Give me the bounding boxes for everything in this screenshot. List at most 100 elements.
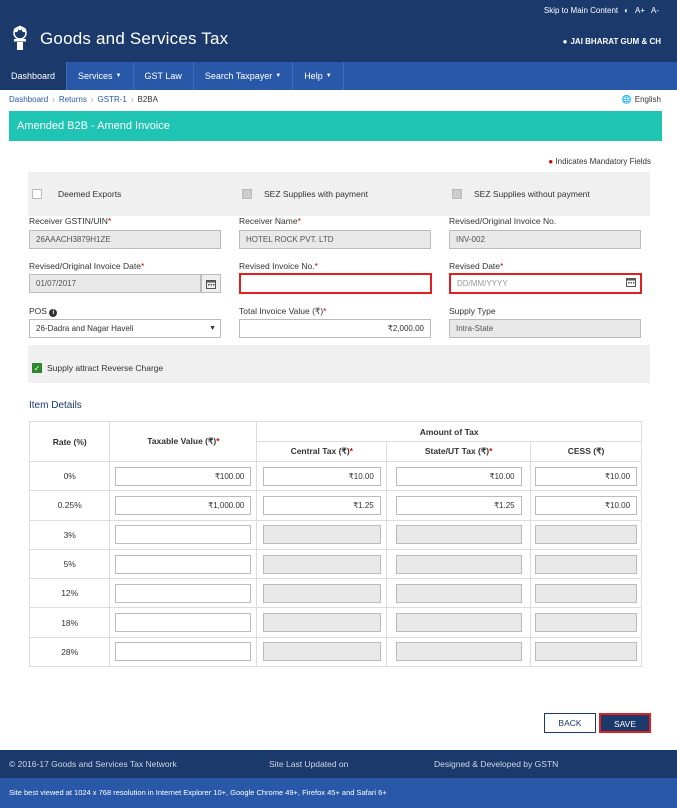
rate-cell: 0% [28, 460, 111, 492]
designed-by-text: Designed & Developed by GSTN [434, 759, 559, 769]
central-input [262, 613, 381, 633]
table-row: 12% [28, 578, 642, 609]
deemed-exports-checkbox[interactable] [32, 189, 42, 199]
language-selector[interactable]: 🌐 English [622, 95, 661, 104]
nav-help[interactable]: Help ▼ [293, 62, 344, 90]
taxable-cell: ₹1,000.00 [109, 490, 258, 521]
central-input[interactable]: ₹10.00 [262, 466, 381, 486]
breadcrumb-gstr1[interactable]: GSTR-1 [98, 95, 127, 104]
sez-without-payment-option: SEZ Supplies without payment [452, 189, 590, 199]
revised-date-input[interactable]: DD/MM/YYYY [449, 273, 642, 294]
total-value-label: Total Invoice Value (₹)* [239, 306, 327, 316]
taxable-input[interactable] [115, 613, 252, 633]
browser-note: Site best viewed at 1024 x 768 resolutio… [0, 778, 677, 808]
supply-type-label: Supply Type [449, 306, 496, 316]
cess-header: CESS (₹) [530, 441, 642, 462]
breadcrumb-returns[interactable]: Returns [59, 95, 87, 104]
taxable-cell: ₹100.00 [109, 460, 258, 492]
calendar-icon[interactable] [626, 276, 636, 293]
copyright-text: © 2016-17 Goods and Services Tax Network [9, 759, 177, 769]
table-row: 0.25% ₹1,000.00 ₹1.25 ₹1.25 ₹10.00 [28, 490, 642, 521]
reverse-charge-checkbox[interactable]: ✓ [32, 363, 42, 373]
cess-input [535, 583, 638, 603]
footer: © 2016-17 Goods and Services Tax Network… [0, 750, 677, 778]
table-row: 28% [28, 636, 642, 668]
state-input [395, 525, 522, 545]
central-cell: ₹1.25 [256, 490, 388, 521]
gstin-field: 26AAACH3879H1ZE [29, 230, 221, 249]
gstin-label: Receiver GSTIN/UIN* [29, 216, 112, 226]
site-title: Goods and Services Tax [40, 29, 229, 48]
breadcrumb-dashboard[interactable]: Dashboard [9, 95, 48, 104]
taxable-input[interactable] [115, 525, 252, 545]
calendar-icon[interactable] [201, 274, 221, 293]
cess-input[interactable]: ₹10.00 [535, 466, 638, 486]
cess-cell [530, 636, 642, 668]
user-name: JAI BHARAT GUM & CH [570, 37, 661, 46]
user-menu[interactable]: ● JAI BHARAT GUM & CH [563, 37, 661, 46]
nav-dashboard[interactable]: Dashboard [0, 62, 68, 90]
cess-cell [530, 519, 642, 550]
table-row: 3% [28, 519, 642, 550]
taxable-input[interactable] [115, 554, 252, 574]
item-details-title: Item Details [29, 400, 82, 411]
mandatory-note: ● Indicates Mandatory Fields [548, 157, 651, 166]
nav-services[interactable]: Services ▼ [67, 62, 134, 90]
central-cell [256, 548, 388, 580]
total-value-input[interactable]: ₹2,000.00 [239, 319, 431, 338]
info-icon[interactable]: i [49, 309, 58, 317]
state-input [395, 554, 522, 574]
state-input [395, 583, 522, 603]
breadcrumb-current: B2BA [137, 95, 158, 104]
state-input[interactable]: ₹10.00 [395, 466, 522, 486]
cess-cell [530, 548, 642, 580]
cess-cell [530, 578, 642, 609]
cess-input [535, 613, 638, 633]
deemed-exports-option[interactable]: Deemed Exports [32, 189, 121, 199]
pos-label: POS i [29, 306, 58, 317]
cess-cell: ₹10.00 [530, 490, 642, 521]
central-cell [256, 607, 388, 638]
pos-select[interactable]: 26-Dadra and Nagar Haveli ▼ [29, 319, 221, 338]
rate-cell: 28% [28, 636, 111, 668]
taxable-input[interactable] [115, 642, 252, 662]
central-cell [256, 578, 388, 609]
save-button[interactable]: SAVE [599, 713, 651, 733]
sez-without-payment-checkbox [452, 189, 462, 199]
state-input [395, 613, 522, 633]
taxable-input[interactable] [115, 583, 252, 603]
chevron-down-icon: ▼ [275, 73, 282, 79]
nav-gst-law[interactable]: GST Law [134, 62, 194, 90]
nav-search-taxpayer[interactable]: Search Taxpayer ▼ [194, 62, 294, 90]
central-input [262, 554, 381, 574]
original-invoice-field: INV-002 [449, 230, 641, 249]
reverse-charge-option[interactable]: ✓ Supply attract Reverse Charge [32, 363, 163, 373]
rate-header: Rate (%) [28, 421, 111, 462]
state-cell [386, 578, 532, 609]
taxable-cell [109, 548, 258, 580]
state-input[interactable]: ₹1.25 [395, 495, 522, 515]
original-date-field: 01/07/2017 [29, 274, 201, 293]
taxable-cell [109, 519, 258, 550]
chevron-down-icon: ▼ [115, 73, 122, 79]
table-row: 0% ₹100.00 ₹10.00 ₹10.00 ₹10.00 [28, 460, 642, 492]
central-input[interactable]: ₹1.25 [262, 495, 381, 515]
cess-cell: ₹10.00 [530, 460, 642, 492]
contrast-icon[interactable]: ◐ [624, 6, 629, 15]
font-decrease-button[interactable]: A- [651, 6, 659, 15]
revised-invoice-input[interactable] [239, 273, 432, 294]
taxable-cell [109, 636, 258, 668]
back-button[interactable]: BACK [544, 713, 596, 733]
cess-input[interactable]: ₹10.00 [535, 495, 638, 515]
rate-cell: 0.25% [28, 490, 111, 521]
central-input [262, 642, 381, 662]
font-increase-button[interactable]: A+ [635, 6, 645, 15]
state-cell [386, 519, 532, 550]
revised-date-label: Revised Date* [449, 261, 504, 271]
page-title: Amended B2B - Amend Invoice [9, 111, 662, 141]
sez-with-payment-option: SEZ Supplies with payment [242, 189, 368, 199]
revised-invoice-label: Revised Invoice No.* [239, 261, 318, 271]
taxable-input[interactable]: ₹100.00 [115, 466, 252, 486]
taxable-input[interactable]: ₹1,000.00 [115, 495, 252, 515]
skip-link[interactable]: Skip to Main Content [544, 6, 618, 15]
